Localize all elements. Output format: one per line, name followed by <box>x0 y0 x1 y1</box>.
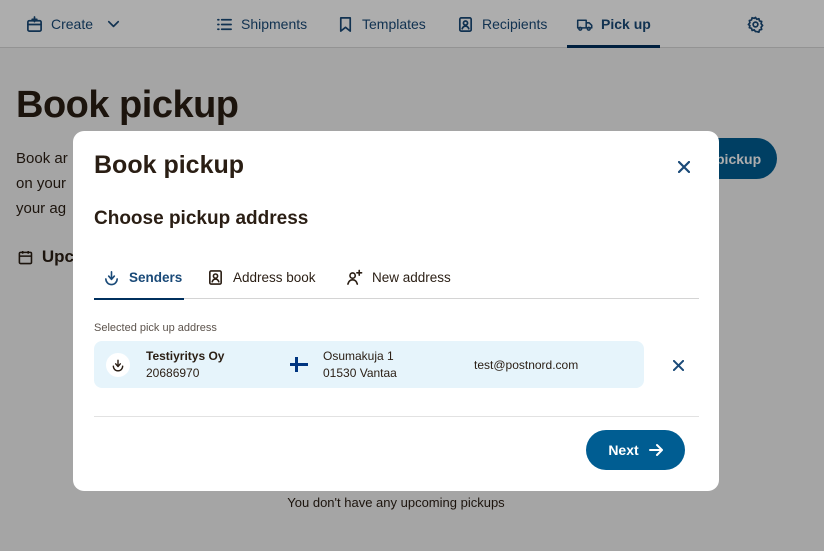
remove-address-button[interactable] <box>670 357 686 373</box>
book-pickup-dialog: Book pickup Choose pickup address Sender… <box>73 131 719 491</box>
postal-city: 01530 Vantaa <box>323 366 397 380</box>
finland-flag-icon <box>290 357 308 372</box>
close-icon <box>672 359 684 371</box>
dialog-subtitle: Choose pickup address <box>94 208 309 229</box>
company-id: 20686970 <box>146 366 200 380</box>
address-book-icon <box>209 269 222 285</box>
address-source-tabs: Senders Address book New address <box>94 255 699 300</box>
company-name: Testiyritys Oy <box>146 349 225 363</box>
tab-label: Address book <box>233 269 316 285</box>
senders-icon <box>112 359 124 372</box>
sender-avatar <box>106 353 130 377</box>
selected-address-label: Selected pick up address <box>94 322 217 334</box>
street-address: Osumakuja 1 <box>323 349 394 363</box>
tab-new-address[interactable]: New address <box>346 255 451 299</box>
tab-address-book[interactable]: Address book <box>207 255 316 299</box>
dialog-title: Book pickup <box>94 151 245 179</box>
tab-label: New address <box>372 269 451 285</box>
tab-senders[interactable]: Senders <box>94 255 184 300</box>
close-icon <box>678 161 690 173</box>
next-button[interactable]: Next <box>586 430 685 470</box>
new-address-icon <box>347 269 363 285</box>
divider <box>94 416 699 417</box>
selected-address-card: Testiyritys Oy 20686970 Osumakuja 1 0153… <box>94 341 644 388</box>
tab-label: Senders <box>129 269 183 285</box>
email-address: test@postnord.com <box>474 358 579 372</box>
arrow-right-icon <box>648 444 663 456</box>
senders-icon <box>105 270 118 285</box>
next-button-label: Next <box>608 442 639 458</box>
close-button[interactable] <box>673 156 695 178</box>
